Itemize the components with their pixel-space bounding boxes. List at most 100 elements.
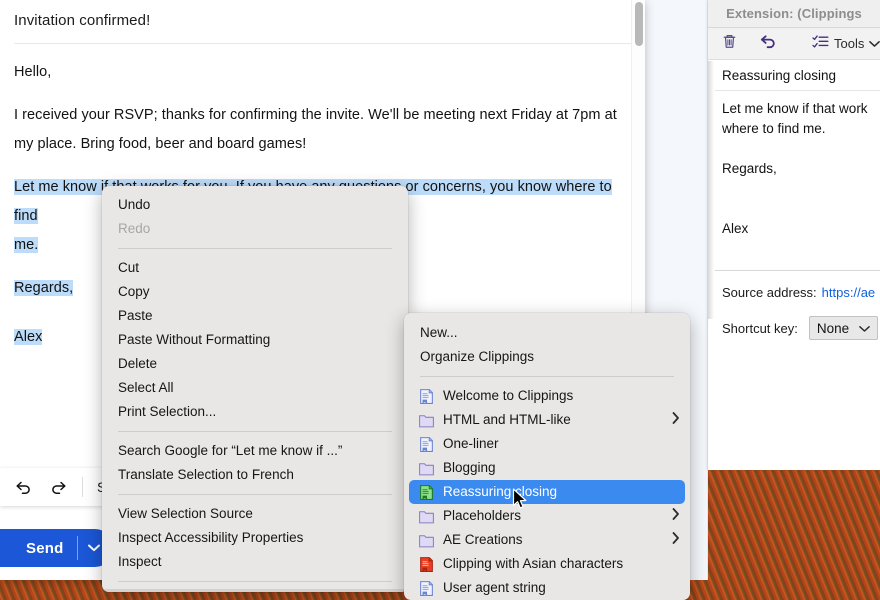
submenu-item-placeholders[interactable]: Placeholders [404,504,690,528]
trash-icon[interactable] [720,32,739,56]
menu-item-search-google[interactable]: Search Google for “Let me know if ...” [102,439,408,463]
menu-item-label: Translate Selection to French [118,467,294,482]
clippings-extension-panel: Extension: (Clippings Tools Reassuring c… [708,0,880,470]
clipping-page-icon [418,580,435,597]
send-button-row: Send [0,527,115,569]
menu-item-print-selection[interactable]: Print Selection... [102,400,408,424]
shortcut-key-select[interactable]: None [808,316,879,340]
shortcut-key-label: Shortcut key: [722,320,798,336]
selected-text-line-2: me. [14,237,39,253]
menu-item-paste[interactable]: Paste [102,304,408,328]
source-address-label: Source address: [722,285,817,300]
submenu-item-blogging[interactable]: Blogging [404,456,690,480]
submenu-separator [420,376,674,377]
menu-item-label: Paste [118,308,153,323]
submenu-item-label: Placeholders [443,508,522,523]
submenu-item-label: One-liner [443,436,499,451]
menu-item-inspect[interactable]: Inspect [102,550,408,574]
menu-item-label: Paste Without Formatting [118,332,271,347]
menu-separator [118,494,392,495]
menu-item-label: Delete [118,356,158,371]
tools-menu-button[interactable]: Tools [812,34,880,54]
submenu-item-reassuring-closing[interactable]: Reassuring closing [409,480,685,504]
submenu-item-label: User agent string [443,580,546,595]
submenu-item-welcome-to-clippings[interactable]: Welcome to Clippings [404,384,690,408]
submenu-item-label: Blogging [443,460,496,475]
extension-toolbar: Tools [708,28,880,60]
tools-list-icon [812,34,829,54]
submenu-item-one-liner[interactable]: One-liner [404,432,690,456]
menu-item-label: View Selection Source [118,506,253,521]
menu-item-paste-without-formatting[interactable]: Paste Without Formatting [102,328,408,352]
selected-text-signature: Alex [14,329,43,345]
menu-item-label: Redo [118,221,151,236]
folder-icon [418,532,435,549]
menu-separator [118,431,392,432]
selected-text-regards: Regards, [14,280,74,296]
message-subject: Invitation confirmed! [14,0,631,44]
clipping-content-textarea[interactable]: Let me know if that work where to find m… [708,91,880,271]
menu-item-copy[interactable]: Copy [102,280,408,304]
undo-arrow-icon[interactable] [759,32,778,56]
chevron-right-icon [672,528,680,552]
clipping-content-line [722,179,880,199]
clippings-submenu: New... Organize Clippings Welcome to Cli… [404,313,690,600]
menu-item-undo[interactable]: Undo [102,193,408,217]
mouse-pointer-icon [512,488,530,517]
menu-item-inspect-accessibility-properties[interactable]: Inspect Accessibility Properties [102,526,408,550]
clipping-name-input[interactable]: Reassuring closing [708,60,880,91]
submenu-item-label: Clipping with Asian characters [443,556,624,571]
clipping-content-line: where to find me. [722,121,826,136]
clipping-content-line: Regards, [722,161,777,176]
source-address-row: Source address: https://ae [722,285,880,300]
chevron-down-icon [859,321,870,336]
menu-item-clippings[interactable]: Clippings [102,589,408,592]
menu-item-translate-selection[interactable]: Translate Selection to French [102,463,408,487]
clipping-content-line: Alex [722,221,749,236]
menu-item-delete[interactable]: Delete [102,352,408,376]
shortcut-key-row: Shortcut key: None [722,316,880,340]
submenu-item-label: Organize Clippings [420,349,535,364]
submenu-item-user-agent-string[interactable]: User agent string [404,576,690,600]
chevron-right-icon [672,408,680,432]
menu-separator [118,581,392,582]
menu-item-label: Cut [118,260,140,275]
clipping-page-icon [418,436,435,453]
clipping-content-spacer [722,199,880,219]
menu-item-redo: Redo [102,217,408,241]
tools-label: Tools [834,36,865,51]
send-button[interactable]: Send [0,529,115,567]
menu-item-label: Print Selection... [118,404,217,419]
submenu-item-label: New... [420,325,458,340]
submenu-item-label: Reassuring closing [443,484,558,499]
folder-icon [418,508,435,525]
clipping-page-icon [418,388,435,405]
menu-item-label: Search Google for “Let me know if ...” [118,443,343,458]
undo-arrow-icon[interactable] [14,477,34,497]
submenu-item-clipping-with-asian-characters[interactable]: Clipping with Asian characters [404,552,690,576]
message-paragraph-greeting: Hello, [14,64,52,80]
menu-item-select-all[interactable]: Select All [102,376,408,400]
folder-icon [418,412,435,429]
submenu-item-html-and-html-like[interactable]: HTML and HTML-like [404,408,690,432]
menu-item-cut[interactable]: Cut [102,256,408,280]
menu-separator [118,248,392,249]
menu-item-label: Inspect [118,554,162,569]
menu-item-label: Select All [118,380,174,395]
submenu-item-label: AE Creations [443,532,523,547]
submenu-item-organize-clippings[interactable]: Organize Clippings [404,345,690,369]
submenu-item-ae-creations[interactable]: AE Creations [404,528,690,552]
submenu-item-label: HTML and HTML-like [443,412,571,427]
submenu-item-new[interactable]: New... [404,321,690,345]
source-address-link[interactable]: https://ae [822,285,875,300]
menu-item-view-selection-source[interactable]: View Selection Source [102,502,408,526]
folder-icon [418,460,435,477]
redo-arrow-icon[interactable] [48,477,68,497]
compose-scrollbar-thumb[interactable] [635,2,643,46]
clipping-content-line [722,139,880,159]
menu-item-label: Clippings [143,589,380,592]
menu-item-label: Inspect Accessibility Properties [118,530,304,545]
send-button-label: Send [26,539,64,557]
clipping-content-line: Let me know if that work [722,101,868,116]
extension-title: Extension: (Clippings [726,6,862,21]
